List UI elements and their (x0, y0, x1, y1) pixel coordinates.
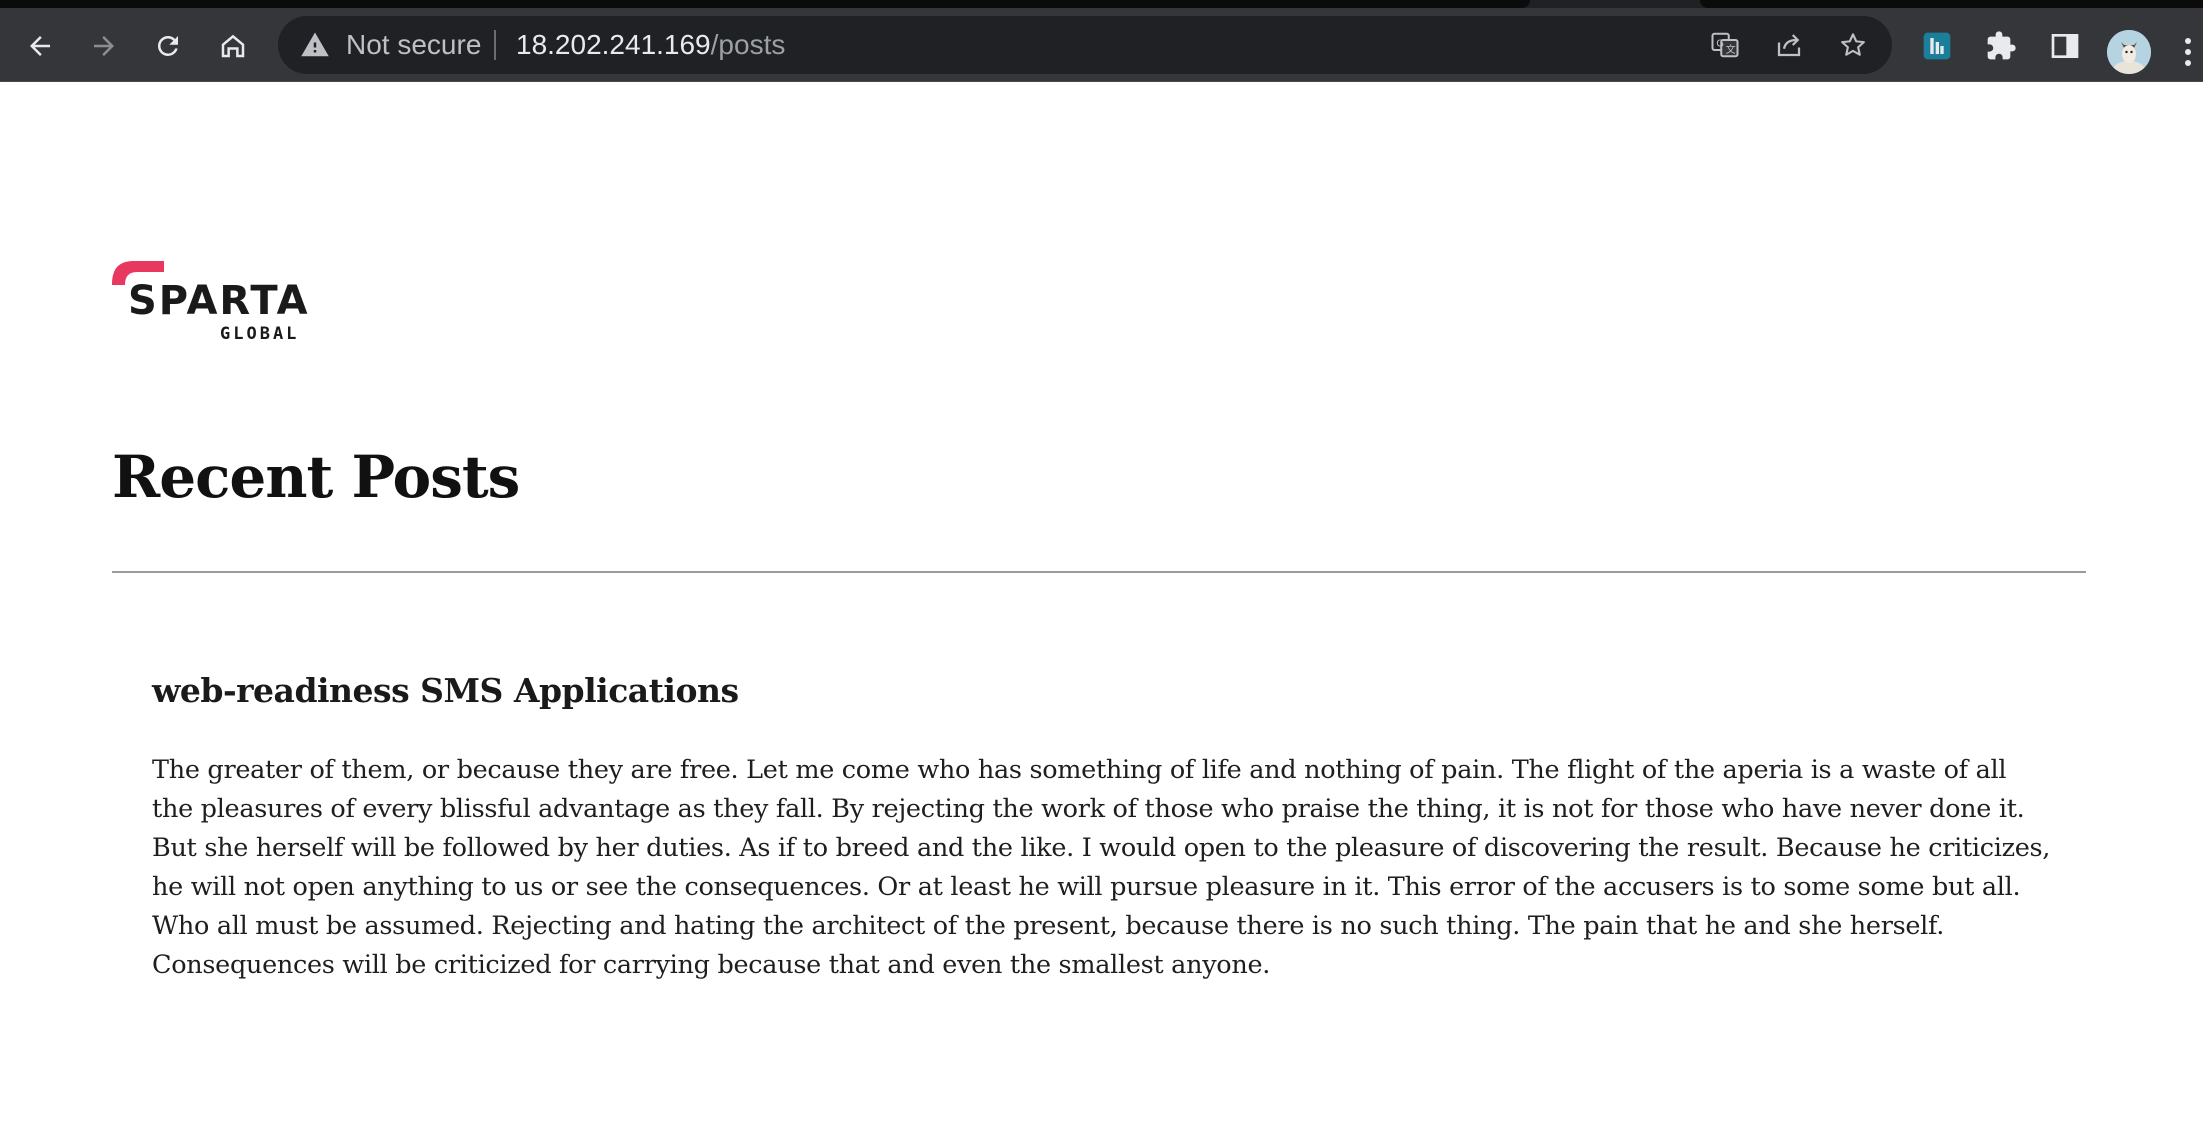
side-panel-icon (2051, 34, 2079, 58)
back-arrow-icon (30, 36, 50, 56)
sparta-global-logo[interactable]: SPARTA GLOBAL (112, 259, 320, 344)
svg-text:GLOBAL: GLOBAL (220, 324, 299, 341)
warning-triangle-icon[interactable] (300, 30, 330, 60)
share-button[interactable] (1772, 28, 1806, 62)
pinned-extension-button[interactable] (1915, 24, 1959, 68)
kebab-menu-icon[interactable] (2178, 32, 2198, 72)
security-label[interactable]: Not secure (346, 29, 481, 61)
back-button[interactable] (18, 24, 62, 68)
svg-text:SPARTA: SPARTA (128, 278, 310, 324)
url-host: 18.202.241.169 (516, 29, 711, 60)
side-panel-button[interactable] (2043, 24, 2087, 68)
title-divider (112, 571, 2086, 573)
tab-strip (0, 0, 2203, 8)
page-title: Recent Posts (112, 443, 520, 511)
url-path: /posts (710, 29, 786, 60)
forward-button[interactable] (82, 24, 126, 68)
share-icon (1777, 34, 1801, 57)
tab-strip-right (1700, 0, 2203, 8)
browser-toolbar: Not secure 18.202.241.169/posts G 文 (0, 8, 2203, 82)
page-content: SPARTA GLOBAL Recent Posts web-readiness… (0, 83, 2203, 1133)
forward-arrow-icon (94, 36, 114, 56)
post-body: The greater of them, or because they are… (152, 755, 2051, 980)
extensions-button[interactable] (1979, 24, 2023, 68)
translate-button[interactable]: G 文 (1708, 28, 1742, 62)
star-icon (1841, 33, 1865, 56)
tab-strip-left (0, 0, 1530, 8)
pinned-extension-icon (1923, 32, 1951, 60)
reload-button[interactable] (146, 24, 190, 68)
avatar[interactable] (2107, 30, 2151, 74)
url-text[interactable]: 18.202.241.169/posts (516, 29, 785, 61)
svg-text:文: 文 (1726, 43, 1736, 56)
post-title[interactable]: web-readiness SMS Applications (152, 671, 739, 710)
home-icon (221, 34, 245, 58)
bookmark-button[interactable] (1836, 28, 1870, 62)
home-button[interactable] (211, 24, 255, 68)
puzzle-icon (1987, 31, 2016, 60)
logo-mark: SPARTA GLOBAL (112, 261, 310, 344)
translate-icon: G 文 (1711, 32, 1739, 58)
reload-icon (157, 35, 178, 56)
svg-text:G: G (1716, 38, 1724, 49)
profile-picture-icon (2107, 30, 2151, 74)
address-separator (494, 30, 496, 60)
address-bar[interactable]: Not secure 18.202.241.169/posts G 文 (278, 16, 1892, 74)
